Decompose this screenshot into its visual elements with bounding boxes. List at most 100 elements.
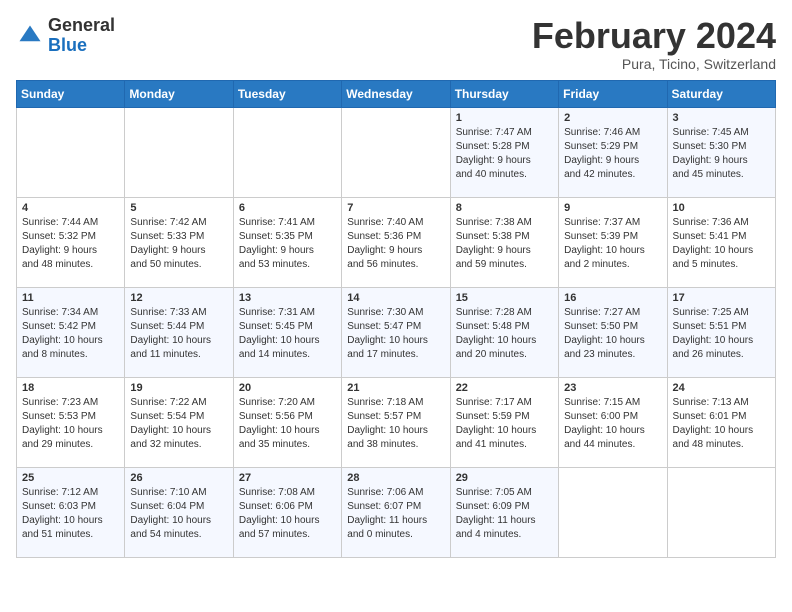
day-info: Sunrise: 7:18 AM Sunset: 5:57 PM Dayligh… [347, 396, 444, 452]
day-number: 12 [130, 292, 227, 304]
calendar-cell: 2Sunrise: 7:46 AM Sunset: 5:29 PM Daylig… [559, 107, 667, 197]
week-row-3: 11 Sunrise: 7:34 AM Sunset: 5:42 PM Dayli… [17, 287, 776, 377]
calendar-cell [17, 107, 125, 197]
day-info: Sunrise: 7:44 AM Sunset: 5:32 PM Dayligh… [22, 216, 119, 272]
logo-general: General [48, 16, 115, 36]
day-number: 15 [456, 292, 553, 304]
day-number: 29 [456, 472, 553, 484]
calendar-cell: 21 Sunrise: 7:18 AM Sunset: 5:57 PM Dayli… [342, 377, 450, 467]
calendar-cell: 14 Sunrise: 7:30 AM Sunset: 5:47 PM Dayli… [342, 287, 450, 377]
calendar-cell: 4 Sunrise: 7:44 AM Sunset: 5:32 PM Daylig… [17, 197, 125, 287]
day-number: 28 [347, 472, 444, 484]
day-info: Sunrise: 7:41 AM Sunset: 5:35 PM Dayligh… [239, 216, 336, 272]
day-number: 3 [673, 112, 770, 124]
day-info: Sunrise: 7:10 AM Sunset: 6:04 PM Dayligh… [130, 486, 227, 542]
weekday-header-thursday: Thursday [450, 80, 558, 107]
day-info: Sunrise: 7:37 AM Sunset: 5:39 PM Dayligh… [564, 216, 661, 272]
week-row-2: 4 Sunrise: 7:44 AM Sunset: 5:32 PM Daylig… [17, 197, 776, 287]
calendar-cell: 8 Sunrise: 7:38 AM Sunset: 5:38 PM Daylig… [450, 197, 558, 287]
calendar-cell: 28 Sunrise: 7:06 AM Sunset: 6:07 PM Dayli… [342, 467, 450, 557]
calendar-cell: 24Sunrise: 7:13 AM Sunset: 6:01 PM Dayli… [667, 377, 775, 467]
day-info: Sunrise: 7:36 AM Sunset: 5:41 PM Dayligh… [673, 216, 770, 272]
calendar-cell [342, 107, 450, 197]
day-info: Sunrise: 7:28 AM Sunset: 5:48 PM Dayligh… [456, 306, 553, 362]
day-number: 2 [564, 112, 661, 124]
day-number: 25 [22, 472, 119, 484]
logo: General Blue [16, 16, 115, 56]
calendar-cell: 17 Sunrise: 7:25 AM Sunset: 5:51 PM Dayli… [667, 287, 775, 377]
day-number: 1 [456, 112, 553, 124]
logo-icon [16, 22, 44, 50]
calendar-cell: 10 Sunrise: 7:36 AM Sunset: 5:41 PM Dayli… [667, 197, 775, 287]
day-info: Sunrise: 7:25 AM Sunset: 5:51 PM Dayligh… [673, 306, 770, 362]
weekday-header-friday: Friday [559, 80, 667, 107]
day-number: 18 [22, 382, 119, 394]
day-number: 8 [456, 202, 553, 214]
location-subtitle: Pura, Ticino, Switzerland [532, 56, 776, 72]
day-number: 6 [239, 202, 336, 214]
day-number: 13 [239, 292, 336, 304]
day-info: Sunrise: 7:12 AM Sunset: 6:03 PM Dayligh… [22, 486, 119, 542]
day-number: 17 [673, 292, 770, 304]
day-number: 20 [239, 382, 336, 394]
week-row-1: 1Sunrise: 7:47 AM Sunset: 5:28 PM Daylig… [17, 107, 776, 197]
day-number: 7 [347, 202, 444, 214]
weekday-header-tuesday: Tuesday [233, 80, 341, 107]
day-number: 23 [564, 382, 661, 394]
day-info: Sunrise: 7:05 AM Sunset: 6:09 PM Dayligh… [456, 486, 553, 542]
day-number: 10 [673, 202, 770, 214]
calendar-cell: 12Sunrise: 7:33 AM Sunset: 5:44 PM Dayli… [125, 287, 233, 377]
calendar-cell: 7 Sunrise: 7:40 AM Sunset: 5:36 PM Daylig… [342, 197, 450, 287]
title-block: February 2024 Pura, Ticino, Switzerland [532, 16, 776, 72]
calendar-cell: 19Sunrise: 7:22 AM Sunset: 5:54 PM Dayli… [125, 377, 233, 467]
day-number: 26 [130, 472, 227, 484]
calendar-cell [559, 467, 667, 557]
calendar-cell: 15 Sunrise: 7:28 AM Sunset: 5:48 PM Dayli… [450, 287, 558, 377]
day-number: 22 [456, 382, 553, 394]
day-number: 27 [239, 472, 336, 484]
day-info: Sunrise: 7:20 AM Sunset: 5:56 PM Dayligh… [239, 396, 336, 452]
day-info: Sunrise: 7:34 AM Sunset: 5:42 PM Dayligh… [22, 306, 119, 362]
calendar-cell: 11 Sunrise: 7:34 AM Sunset: 5:42 PM Dayli… [17, 287, 125, 377]
weekday-header-saturday: Saturday [667, 80, 775, 107]
day-info: Sunrise: 7:40 AM Sunset: 5:36 PM Dayligh… [347, 216, 444, 272]
day-info: Sunrise: 7:17 AM Sunset: 5:59 PM Dayligh… [456, 396, 553, 452]
calendar-cell: 25 Sunrise: 7:12 AM Sunset: 6:03 PM Dayli… [17, 467, 125, 557]
calendar-cell: 20 Sunrise: 7:20 AM Sunset: 5:56 PM Dayli… [233, 377, 341, 467]
calendar-cell: 18Sunrise: 7:23 AM Sunset: 5:53 PM Dayli… [17, 377, 125, 467]
day-info: Sunrise: 7:31 AM Sunset: 5:45 PM Dayligh… [239, 306, 336, 362]
day-info: Sunrise: 7:42 AM Sunset: 5:33 PM Dayligh… [130, 216, 227, 272]
calendar-cell: 6 Sunrise: 7:41 AM Sunset: 5:35 PM Daylig… [233, 197, 341, 287]
day-info: Sunrise: 7:08 AM Sunset: 6:06 PM Dayligh… [239, 486, 336, 542]
day-number: 14 [347, 292, 444, 304]
calendar-cell: 9Sunrise: 7:37 AM Sunset: 5:39 PM Daylig… [559, 197, 667, 287]
calendar-cell: 26 Sunrise: 7:10 AM Sunset: 6:04 PM Dayli… [125, 467, 233, 557]
day-info: Sunrise: 7:15 AM Sunset: 6:00 PM Dayligh… [564, 396, 661, 452]
weekday-header-wednesday: Wednesday [342, 80, 450, 107]
week-row-4: 18Sunrise: 7:23 AM Sunset: 5:53 PM Dayli… [17, 377, 776, 467]
calendar-cell: 5 Sunrise: 7:42 AM Sunset: 5:33 PM Daylig… [125, 197, 233, 287]
calendar-cell: 16Sunrise: 7:27 AM Sunset: 5:50 PM Dayli… [559, 287, 667, 377]
calendar-cell: 27 Sunrise: 7:08 AM Sunset: 6:06 PM Dayli… [233, 467, 341, 557]
weekday-header-monday: Monday [125, 80, 233, 107]
calendar-cell [125, 107, 233, 197]
month-year-title: February 2024 [532, 16, 776, 56]
logo-text: General Blue [48, 16, 115, 56]
page-header: General Blue February 2024 Pura, Ticino,… [16, 16, 776, 72]
calendar-cell [667, 467, 775, 557]
calendar-cell: 3Sunrise: 7:45 AM Sunset: 5:30 PM Daylig… [667, 107, 775, 197]
day-info: Sunrise: 7:06 AM Sunset: 6:07 PM Dayligh… [347, 486, 444, 542]
day-number: 5 [130, 202, 227, 214]
weekday-header-sunday: Sunday [17, 80, 125, 107]
day-number: 4 [22, 202, 119, 214]
day-info: Sunrise: 7:38 AM Sunset: 5:38 PM Dayligh… [456, 216, 553, 272]
logo-blue: Blue [48, 36, 115, 56]
calendar-cell: 23 Sunrise: 7:15 AM Sunset: 6:00 PM Dayli… [559, 377, 667, 467]
calendar-cell: 13 Sunrise: 7:31 AM Sunset: 5:45 PM Dayli… [233, 287, 341, 377]
day-number: 11 [22, 292, 119, 304]
weekday-header-row: SundayMondayTuesdayWednesdayThursdayFrid… [17, 80, 776, 107]
day-info: Sunrise: 7:30 AM Sunset: 5:47 PM Dayligh… [347, 306, 444, 362]
calendar-cell: 29 Sunrise: 7:05 AM Sunset: 6:09 PM Dayli… [450, 467, 558, 557]
calendar-cell: 1Sunrise: 7:47 AM Sunset: 5:28 PM Daylig… [450, 107, 558, 197]
day-number: 21 [347, 382, 444, 394]
